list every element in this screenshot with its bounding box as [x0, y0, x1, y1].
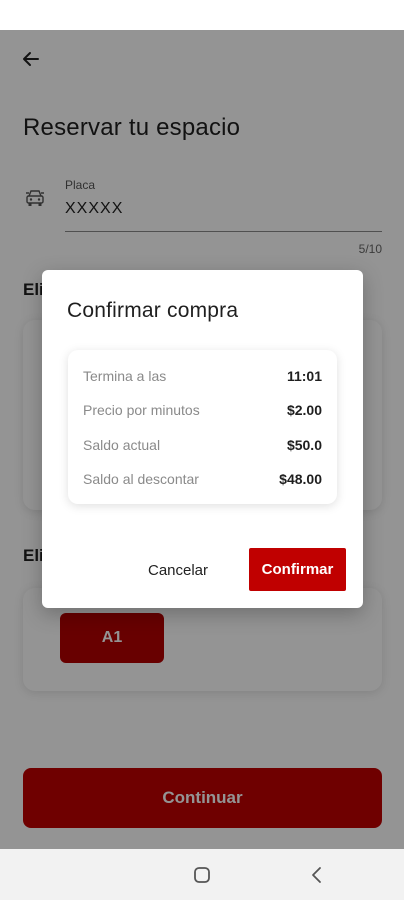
summary-row: Precio por minutos $2.00 [83, 400, 322, 420]
summary-value-price: $2.00 [286, 402, 322, 418]
summary-label-price: Precio por minutos [83, 402, 200, 418]
summary-row: Saldo actual $50.0 [83, 435, 322, 455]
summary-label-balance: Saldo actual [83, 437, 161, 453]
summary-row: Saldo al descontar $48.00 [83, 469, 322, 489]
summary-row: Termina a las 11:01 [83, 366, 322, 386]
summary-value-end-time: 11:01 [286, 368, 322, 384]
square-home-icon[interactable] [193, 866, 211, 884]
system-nav-bar [0, 849, 404, 900]
summary-value-balance-after: $48.00 [279, 471, 322, 487]
chevron-left-icon[interactable] [308, 865, 326, 885]
summary-label-balance-after: Saldo al descontar [83, 471, 199, 487]
confirm-button[interactable]: Confirmar [249, 548, 346, 591]
status-bar [0, 0, 404, 30]
summary-value-balance: $50.0 [286, 437, 322, 453]
purchase-summary-card: Termina a las 11:01 Precio por minutos $… [68, 350, 337, 504]
cancel-button[interactable]: Cancelar [134, 550, 222, 590]
summary-label-end-time: Termina a las [83, 368, 167, 384]
confirm-purchase-dialog: Confirmar compra Termina a las 11:01 Pre… [42, 270, 363, 608]
dialog-title: Confirmar compra [67, 299, 239, 322]
